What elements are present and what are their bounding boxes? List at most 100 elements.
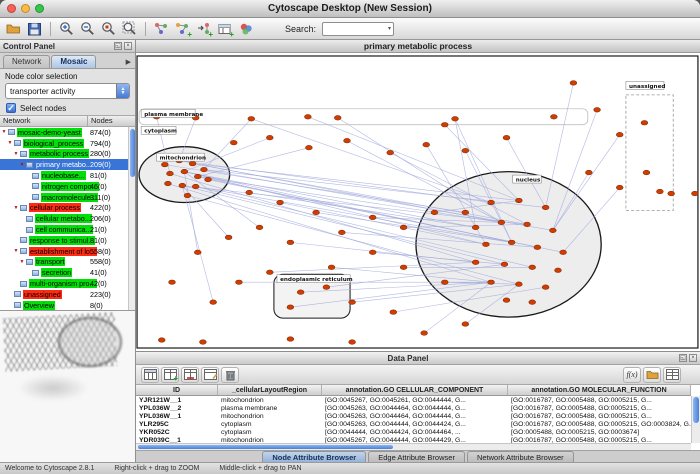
network-node[interactable] [508, 240, 515, 245]
close-window-button[interactable] [7, 4, 16, 13]
network-node[interactable] [488, 200, 495, 205]
zoom-out-icon[interactable] [78, 20, 97, 38]
network-node[interactable] [210, 300, 217, 305]
tab-node-attribute-browser[interactable]: Node Attribute Browser [262, 451, 366, 462]
network-node[interactable] [472, 260, 479, 265]
table-row[interactable]: YDR039C__1mitochondrion[GO:0045267, GO:0… [136, 436, 691, 443]
network-node[interactable] [230, 140, 237, 145]
hide-selected-icon[interactable] [152, 20, 171, 38]
tree-item[interactable]: secretion41(0) [0, 267, 128, 278]
expander-icon[interactable]: ▼ [12, 205, 20, 211]
expander-icon[interactable]: ▼ [18, 259, 26, 265]
close-panel-icon[interactable]: × [689, 354, 697, 362]
tree-item[interactable]: response to stimul...81(0) [0, 235, 128, 246]
import-network-icon[interactable]: + [194, 20, 213, 38]
tree-item[interactable]: nucleobase...81(0) [0, 170, 128, 181]
network-node[interactable] [369, 215, 376, 220]
tab-network-attribute-browser[interactable]: Network Attribute Browser [467, 451, 574, 462]
network-node[interactable] [529, 265, 536, 270]
trash-icon[interactable] [221, 367, 239, 383]
tree-item[interactable]: ▼biological_process794(0) [0, 138, 128, 149]
network-view-title[interactable]: primary metabolic process [136, 40, 700, 53]
tree-scrollbar-thumb[interactable] [130, 129, 135, 177]
expander-icon[interactable]: ▼ [0, 129, 8, 135]
network-node[interactable] [158, 338, 165, 343]
table-row[interactable]: YPL036W__2plasma membrane[GO:0045263, GO… [136, 404, 691, 412]
network-node[interactable] [167, 171, 174, 176]
network-node[interactable] [344, 138, 351, 143]
node-color-dropdown[interactable]: transporter activity ▲▼ [5, 83, 130, 99]
tree-item[interactable]: nitrogen compo...46(0) [0, 181, 128, 192]
network-node[interactable] [560, 250, 567, 255]
network-node[interactable] [266, 270, 273, 275]
expander-icon[interactable]: ▼ [18, 162, 26, 168]
select-nodes-checkbox[interactable]: ✓ [6, 103, 16, 113]
network-node[interactable] [323, 285, 330, 290]
tree-scrollbar[interactable] [128, 127, 135, 310]
float-panel-icon[interactable]: ◱ [114, 42, 122, 50]
network-node[interactable] [585, 170, 592, 175]
network-node[interactable] [287, 305, 294, 310]
network-node[interactable] [181, 169, 188, 174]
network-node[interactable] [423, 142, 430, 147]
column-header[interactable]: _cellularLayoutRegion [218, 385, 322, 395]
tree-header-network[interactable]: Network [0, 116, 88, 126]
network-node[interactable] [594, 108, 601, 113]
expander-icon[interactable]: ▼ [12, 151, 20, 157]
search-input[interactable]: ▾ [322, 22, 394, 36]
network-node[interactable] [189, 161, 196, 166]
network-node[interactable] [668, 191, 675, 196]
float-panel-icon[interactable]: ◱ [679, 354, 687, 362]
minimize-window-button[interactable] [21, 4, 30, 13]
tree-item[interactable]: multi-organism pro...42(0) [0, 278, 128, 289]
table-row[interactable]: YJR121W__1mitochondrion[GO:0045267, GO:0… [136, 396, 691, 404]
birdseye-view[interactable] [0, 310, 135, 462]
tree-item[interactable]: unassigned223(0) [0, 289, 128, 300]
formula-builder-icon[interactable]: f(x) [623, 367, 641, 383]
tree-item[interactable]: ▼cellular process422(0) [0, 203, 128, 214]
network-node[interactable] [534, 245, 541, 250]
save-session-icon[interactable] [25, 20, 44, 38]
network-node[interactable] [472, 225, 479, 230]
network-node[interactable] [503, 298, 510, 303]
network-node[interactable] [641, 120, 648, 125]
tree-item[interactable]: ▼transport558(0) [0, 257, 128, 268]
vizmapper-icon[interactable] [236, 20, 255, 38]
network-node[interactable] [306, 145, 313, 150]
attribute-delete-icon[interactable] [181, 367, 199, 383]
network-node[interactable] [349, 300, 356, 305]
network-node[interactable] [313, 210, 320, 215]
tree-item[interactable]: macromolecule...311(0) [0, 192, 128, 203]
network-node[interactable] [656, 189, 663, 194]
table-row[interactable]: YKR052Ccytoplasm[GO:0044444, GO:0044424,… [136, 428, 691, 436]
network-node[interactable] [277, 200, 284, 205]
network-node[interactable] [236, 280, 243, 285]
network-node[interactable] [616, 185, 623, 190]
network-node[interactable] [201, 167, 208, 172]
table-horizontal-scrollbar[interactable] [136, 443, 691, 450]
network-node[interactable] [248, 116, 255, 121]
network-node[interactable] [431, 210, 438, 215]
network-canvas[interactable]: plasma membranecytoplasmmitochondrionnuc… [136, 53, 700, 351]
network-node[interactable] [616, 132, 623, 137]
table-row[interactable]: YLR295Ccytoplasm[GO:0045263, GO:0044444,… [136, 420, 691, 428]
network-node[interactable] [483, 242, 490, 247]
network-node[interactable] [462, 210, 469, 215]
network-node[interactable] [498, 220, 505, 225]
network-node[interactable] [501, 262, 508, 267]
network-node[interactable] [549, 228, 556, 233]
window-titlebar[interactable]: Cytoscape Desktop (New Session) [0, 0, 700, 18]
network-node[interactable] [529, 300, 536, 305]
import-attributes-icon[interactable] [643, 367, 661, 383]
network-node[interactable] [165, 181, 172, 186]
network-node[interactable] [169, 280, 176, 285]
tree-item[interactable]: ▼primary metabo...209(0) [0, 159, 128, 170]
chevron-down-icon[interactable]: ▾ [388, 25, 393, 32]
network-node[interactable] [691, 191, 698, 196]
network-node[interactable] [524, 222, 531, 227]
tree-item[interactable]: cell communica...21(0) [0, 224, 128, 235]
network-node[interactable] [400, 225, 407, 230]
network-node[interactable] [387, 150, 394, 155]
network-node[interactable] [161, 162, 168, 167]
attribute-batch-icon[interactable] [663, 367, 681, 383]
